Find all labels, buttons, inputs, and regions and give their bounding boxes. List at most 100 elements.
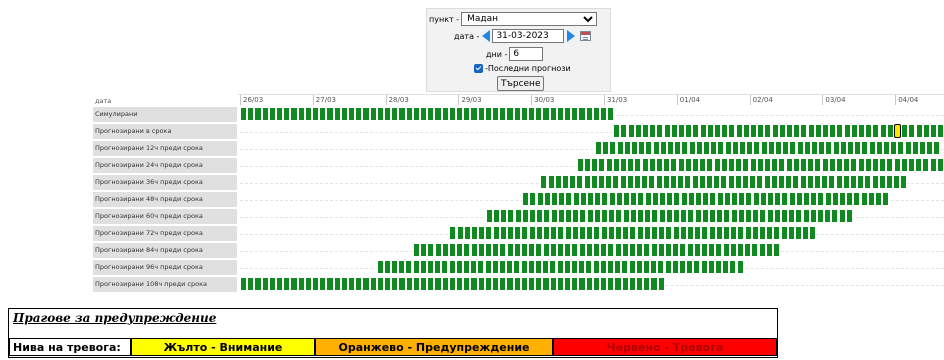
forecast-cell[interactable]: [557, 209, 565, 223]
forecast-cell[interactable]: [470, 260, 478, 274]
forecast-cell[interactable]: [601, 192, 609, 206]
forecast-cell[interactable]: [600, 209, 609, 223]
forecast-cell[interactable]: [722, 243, 730, 257]
forecast-cell[interactable]: [885, 175, 894, 189]
forecast-cell[interactable]: [586, 209, 594, 223]
forecast-cell[interactable]: [607, 107, 615, 121]
forecast-cell[interactable]: [578, 226, 587, 240]
forecast-cell[interactable]: [772, 243, 781, 257]
forecast-cell[interactable]: [650, 243, 658, 257]
forecast-cell[interactable]: [737, 209, 745, 223]
forecast-cell[interactable]: [825, 141, 833, 155]
forecast-cell[interactable]: [522, 192, 530, 206]
forecast-cell[interactable]: [893, 158, 901, 172]
forecast-cell[interactable]: [535, 277, 543, 291]
forecast-cell[interactable]: [693, 260, 701, 274]
forecast-cell[interactable]: [724, 141, 732, 155]
forecast-cell[interactable]: [579, 192, 587, 206]
forecast-cell[interactable]: [622, 209, 630, 223]
forecast-cell[interactable]: [882, 141, 891, 155]
forecast-cell[interactable]: [543, 209, 551, 223]
forecast-cell[interactable]: [864, 175, 872, 189]
forecast-cell[interactable]: [734, 175, 742, 189]
forecast-cell[interactable]: [398, 260, 406, 274]
forecast-cell[interactable]: [564, 277, 572, 291]
forecast-cell[interactable]: [506, 260, 514, 274]
forecast-cell[interactable]: [673, 192, 681, 206]
forecast-cell[interactable]: [528, 243, 536, 257]
forecast-cell[interactable]: [672, 243, 680, 257]
forecast-cell[interactable]: [835, 158, 844, 172]
forecast-cell[interactable]: [535, 226, 543, 240]
forecast-cell[interactable]: [687, 209, 695, 223]
forecast-cell[interactable]: [615, 192, 623, 206]
forecast-cell[interactable]: [619, 158, 628, 172]
forecast-cell[interactable]: [369, 107, 377, 121]
forecast-cell[interactable]: [842, 175, 850, 189]
forecast-cell[interactable]: [849, 175, 858, 189]
forecast-cell[interactable]: [787, 226, 795, 240]
forecast-cell[interactable]: [600, 277, 608, 291]
forecast-cell[interactable]: [622, 226, 630, 240]
forecast-cell[interactable]: [788, 192, 796, 206]
forecast-cell[interactable]: [915, 158, 923, 172]
forecast-cell[interactable]: [699, 124, 707, 138]
forecast-cell[interactable]: [756, 158, 764, 172]
forecast-cell[interactable]: [780, 226, 788, 240]
forecast-cell[interactable]: [681, 141, 689, 155]
forecast-cell[interactable]: [240, 277, 248, 291]
forecast-cell[interactable]: [268, 277, 276, 291]
forecast-cell[interactable]: [861, 141, 869, 155]
forecast-cell[interactable]: [809, 226, 817, 240]
forecast-cell[interactable]: [542, 107, 550, 121]
forecast-cell[interactable]: [614, 260, 622, 274]
forecast-cell[interactable]: [550, 192, 559, 206]
forecast-cell[interactable]: [547, 175, 555, 189]
forecast-cell[interactable]: [695, 141, 703, 155]
forecast-cell[interactable]: [736, 243, 745, 257]
forecast-cell[interactable]: [648, 175, 656, 189]
forecast-cell[interactable]: [799, 158, 808, 172]
forecast-cell[interactable]: [340, 107, 348, 121]
forecast-cell[interactable]: [710, 141, 718, 155]
forecast-cell[interactable]: [692, 124, 700, 138]
forecast-cell[interactable]: [506, 107, 514, 121]
forecast-cell[interactable]: [652, 141, 660, 155]
forecast-cell[interactable]: [758, 243, 766, 257]
forecast-cell[interactable]: [760, 141, 768, 155]
forecast-cell[interactable]: [606, 260, 615, 274]
forecast-cell[interactable]: [878, 175, 886, 189]
forecast-cell[interactable]: [326, 107, 334, 121]
forecast-cell[interactable]: [765, 243, 773, 257]
forecast-cell[interactable]: [593, 226, 601, 240]
forecast-cell[interactable]: [698, 175, 706, 189]
forecast-cell[interactable]: [645, 141, 653, 155]
forecast-cell[interactable]: [477, 107, 485, 121]
forecast-cell[interactable]: [641, 158, 649, 172]
forecast-cell[interactable]: [542, 243, 550, 257]
forecast-cell[interactable]: [893, 175, 901, 189]
forecast-cell[interactable]: [613, 124, 621, 138]
forecast-cell[interactable]: [485, 226, 493, 240]
forecast-cell[interactable]: [634, 158, 642, 172]
forecast-cell[interactable]: [499, 226, 507, 240]
forecast-cell[interactable]: [714, 260, 723, 274]
forecast-cell[interactable]: [549, 260, 557, 274]
forecast-cell[interactable]: [838, 192, 847, 206]
forecast-cell[interactable]: [297, 107, 305, 121]
forecast-cell[interactable]: [677, 158, 685, 172]
forecast-cell[interactable]: [628, 277, 636, 291]
forecast-cell[interactable]: [937, 124, 944, 138]
forecast-cell[interactable]: [777, 175, 786, 189]
forecast-cell[interactable]: [821, 158, 829, 172]
forecast-cell[interactable]: [500, 209, 508, 223]
forecast-cell[interactable]: [789, 141, 797, 155]
forecast-cell[interactable]: [701, 226, 709, 240]
forecast-cell[interactable]: [576, 158, 584, 172]
forecast-cell[interactable]: [727, 175, 735, 189]
forecast-cell[interactable]: [326, 277, 334, 291]
forecast-cell[interactable]: [890, 141, 898, 155]
forecast-cell[interactable]: [845, 209, 853, 223]
forecast-cell[interactable]: [549, 107, 557, 121]
forecast-cell[interactable]: [594, 192, 602, 206]
